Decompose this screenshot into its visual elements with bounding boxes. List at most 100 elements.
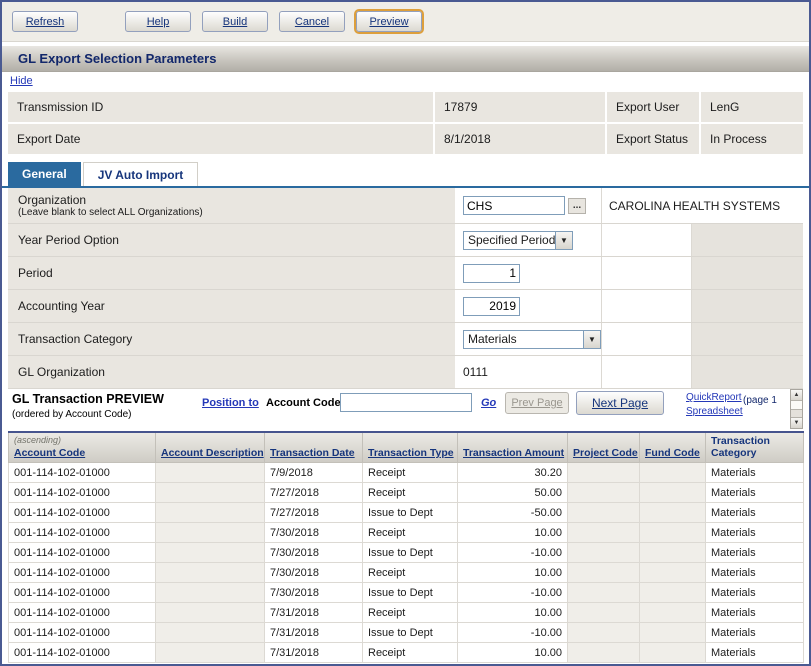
- cell-account-description: [156, 623, 265, 643]
- col-header-transaction-amount[interactable]: Transaction Amount: [458, 432, 568, 463]
- export-status-label: Export Status: [607, 124, 699, 154]
- table-row[interactable]: 001-114-102-010007/30/2018Issue to Dept-…: [9, 543, 804, 563]
- col-header-transaction-type[interactable]: Transaction Type: [363, 432, 458, 463]
- preview-scrollbar: ▲ ▼: [790, 389, 803, 429]
- page-title: GL Export Selection Parameters: [18, 51, 216, 66]
- cell-transaction-date: 7/27/2018: [265, 503, 363, 523]
- organization-input[interactable]: [463, 196, 565, 215]
- cell-transaction-category: Materials: [706, 583, 804, 603]
- organization-lookup-button[interactable]: ...: [568, 198, 586, 214]
- cell-transaction-amount: -50.00: [458, 503, 568, 523]
- cell-transaction-category: Materials: [706, 543, 804, 563]
- cell-transaction-amount: -10.00: [458, 583, 568, 603]
- cell-account-code: 001-114-102-01000: [9, 583, 156, 603]
- table-row[interactable]: 001-114-102-010007/30/2018Issue to Dept-…: [9, 583, 804, 603]
- cell-transaction-amount: 30.20: [458, 463, 568, 483]
- sort-ascending-indicator: (ascending): [14, 435, 150, 445]
- refresh-button[interactable]: Refresh: [12, 11, 78, 32]
- quickreport-link[interactable]: QuickReport: [686, 392, 742, 403]
- go-link[interactable]: Go: [481, 397, 496, 409]
- cell-fund-code: [640, 603, 706, 623]
- selection-form: Organization (Leave blank to select ALL …: [8, 188, 803, 389]
- table-row[interactable]: 001-114-102-010007/30/2018Receipt10.00Ma…: [9, 563, 804, 583]
- transaction-category-select[interactable]: Materials ▼: [463, 330, 601, 349]
- prev-page-button[interactable]: Prev Page: [505, 392, 569, 414]
- period-input[interactable]: [463, 264, 520, 283]
- scroll-up-icon[interactable]: ▲: [791, 390, 802, 401]
- cell-fund-code: [640, 543, 706, 563]
- empty-cell: [692, 224, 803, 256]
- cell-transaction-type: Receipt: [363, 483, 458, 503]
- cell-project-code: [568, 503, 640, 523]
- table-row[interactable]: 001-114-102-010007/27/2018Issue to Dept-…: [9, 503, 804, 523]
- organization-control-cell: ...: [457, 188, 602, 223]
- accounting-year-input[interactable]: [463, 297, 520, 316]
- cell-project-code: [568, 563, 640, 583]
- cell-transaction-amount: -10.00: [458, 623, 568, 643]
- table-row[interactable]: 001-114-102-010007/31/2018Receipt10.00Ma…: [9, 603, 804, 623]
- col-header-account-code[interactable]: (ascending) Account Code: [9, 432, 156, 463]
- organization-row: Organization (Leave blank to select ALL …: [8, 188, 803, 224]
- empty-cell: [692, 257, 803, 289]
- cell-transaction-type: Issue to Dept: [363, 543, 458, 563]
- col-header-project-code[interactable]: Project Code: [568, 432, 640, 463]
- cell-transaction-type: Issue to Dept: [363, 583, 458, 603]
- help-button[interactable]: Help: [125, 11, 191, 32]
- cell-account-description: [156, 503, 265, 523]
- position-to-input[interactable]: [340, 393, 472, 412]
- scrollbar-thumb[interactable]: [791, 401, 802, 410]
- empty-cell: [602, 257, 692, 289]
- build-button[interactable]: Build: [202, 11, 268, 32]
- empty-cell: [602, 323, 692, 355]
- col-header-transaction-date[interactable]: Transaction Date: [265, 432, 363, 463]
- empty-cell: [602, 224, 692, 256]
- top-toolbar: Refresh Help Build Cancel Preview: [2, 2, 809, 42]
- table-row[interactable]: 001-114-102-010007/30/2018Receipt10.00Ma…: [9, 523, 804, 543]
- cell-transaction-category: Materials: [706, 523, 804, 543]
- cell-account-code: 001-114-102-01000: [9, 623, 156, 643]
- cell-fund-code: [640, 503, 706, 523]
- chevron-down-icon: ▼: [555, 232, 572, 249]
- col-header-account-description[interactable]: Account Description: [156, 432, 265, 463]
- cell-account-description: [156, 603, 265, 623]
- preview-title: GL Transaction PREVIEW: [12, 392, 164, 406]
- table-row[interactable]: 001-114-102-010007/27/2018Receipt50.00Ma…: [9, 483, 804, 503]
- next-page-button[interactable]: Next Page: [576, 391, 664, 415]
- accounting-year-label: Accounting Year: [18, 299, 455, 313]
- cell-project-code: [568, 643, 640, 663]
- transmission-id-label: Transmission ID: [8, 92, 433, 122]
- cell-account-description: [156, 643, 265, 663]
- accounting-year-row: Accounting Year: [8, 290, 803, 323]
- cell-fund-code: [640, 583, 706, 603]
- cell-transaction-category: Materials: [706, 503, 804, 523]
- cell-project-code: [568, 543, 640, 563]
- cell-project-code: [568, 483, 640, 503]
- scroll-down-icon[interactable]: ▼: [791, 417, 802, 428]
- table-row[interactable]: 001-114-102-010007/31/2018Receipt10.00Ma…: [9, 643, 804, 663]
- cell-account-description: [156, 583, 265, 603]
- cell-transaction-category: Materials: [706, 563, 804, 583]
- period-row: Period: [8, 257, 803, 290]
- position-to-link[interactable]: Position to: [202, 397, 259, 409]
- empty-cell: [692, 356, 803, 388]
- year-period-option-select[interactable]: Specified Period ▼: [463, 231, 573, 250]
- col-header-fund-code[interactable]: Fund Code: [640, 432, 706, 463]
- preview-button[interactable]: Preview: [356, 11, 422, 32]
- cell-account-code: 001-114-102-01000: [9, 603, 156, 623]
- cell-account-description: [156, 483, 265, 503]
- empty-cell: [692, 290, 803, 322]
- tab-general[interactable]: General: [8, 162, 81, 186]
- export-info-grid: Transmission ID 17879 Export User LenG E…: [8, 92, 803, 154]
- table-row[interactable]: 001-114-102-010007/31/2018Issue to Dept-…: [9, 623, 804, 643]
- hide-link[interactable]: Hide: [10, 75, 33, 87]
- gl-organization-row: GL Organization 0111: [8, 356, 803, 389]
- spreadsheet-link[interactable]: Spreadsheet: [686, 406, 743, 417]
- table-row[interactable]: 001-114-102-010007/9/2018Receipt30.20Mat…: [9, 463, 804, 483]
- cancel-button[interactable]: Cancel: [279, 11, 345, 32]
- tab-jv-auto-import[interactable]: JV Auto Import: [83, 162, 199, 186]
- year-period-option-label: Year Period Option: [18, 233, 455, 247]
- cell-fund-code: [640, 523, 706, 543]
- cell-fund-code: [640, 483, 706, 503]
- gl-organization-value: 0111: [457, 356, 602, 388]
- export-date-value: 8/1/2018: [435, 124, 605, 154]
